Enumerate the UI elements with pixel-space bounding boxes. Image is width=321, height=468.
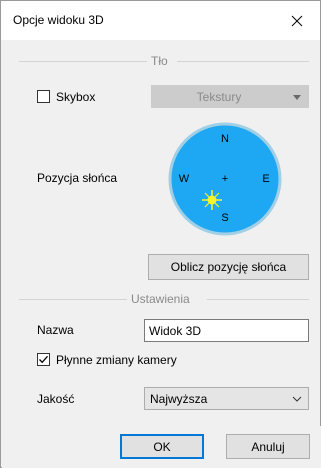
compass-west: W bbox=[179, 173, 190, 185]
dropdown-arrow-icon bbox=[293, 95, 301, 100]
quality-select-value: Najwyższa bbox=[150, 392, 208, 406]
checkmark-icon bbox=[39, 355, 48, 364]
quality-label: Jakość bbox=[37, 392, 75, 406]
name-label: Nazwa bbox=[37, 323, 74, 337]
compass-east: E bbox=[262, 173, 269, 185]
calculate-sun-position-button[interactable]: Oblicz pozycję słońca bbox=[148, 254, 309, 280]
cancel-button[interactable]: Anuluj bbox=[226, 434, 310, 459]
sun-position-label: Pozycja słońca bbox=[37, 171, 118, 185]
title-bar: Opcje widoku 3D bbox=[1, 1, 320, 40]
settings-group-label: Ustawienia bbox=[129, 292, 192, 306]
window-title: Opcje widoku 3D bbox=[13, 13, 104, 27]
name-input-value: Widok 3D bbox=[149, 324, 202, 338]
chevron-down-icon bbox=[292, 396, 302, 402]
quality-select[interactable]: Najwyższa bbox=[144, 387, 309, 410]
background-group-line-right bbox=[177, 61, 309, 62]
settings-group-line-left bbox=[19, 299, 127, 300]
sun-position-compass[interactable]: N S W E + bbox=[168, 122, 282, 236]
ok-button[interactable]: OK bbox=[120, 434, 204, 459]
name-input[interactable]: Widok 3D bbox=[144, 319, 309, 342]
compass-south: S bbox=[221, 212, 228, 224]
textures-select[interactable]: Tekstury bbox=[151, 85, 309, 108]
textures-select-value: Tekstury bbox=[196, 90, 242, 104]
close-button[interactable] bbox=[274, 1, 320, 40]
smooth-camera-checkbox[interactable] bbox=[37, 353, 50, 366]
smooth-camera-label[interactable]: Płynne zmiany kamery bbox=[56, 353, 177, 367]
background-group-label: Tło bbox=[149, 54, 170, 68]
dialog-window: Opcje widoku 3D Tło Skybox Tekstury Pozy… bbox=[0, 0, 321, 468]
skybox-checkbox[interactable] bbox=[37, 90, 50, 103]
background-group-line-left bbox=[19, 61, 147, 62]
compass-north: N bbox=[221, 133, 229, 145]
settings-group-line-right bbox=[207, 299, 309, 300]
compass-center-mark: + bbox=[222, 173, 228, 185]
skybox-label[interactable]: Skybox bbox=[56, 90, 95, 104]
close-icon bbox=[291, 15, 303, 26]
sun-icon[interactable] bbox=[202, 190, 222, 210]
